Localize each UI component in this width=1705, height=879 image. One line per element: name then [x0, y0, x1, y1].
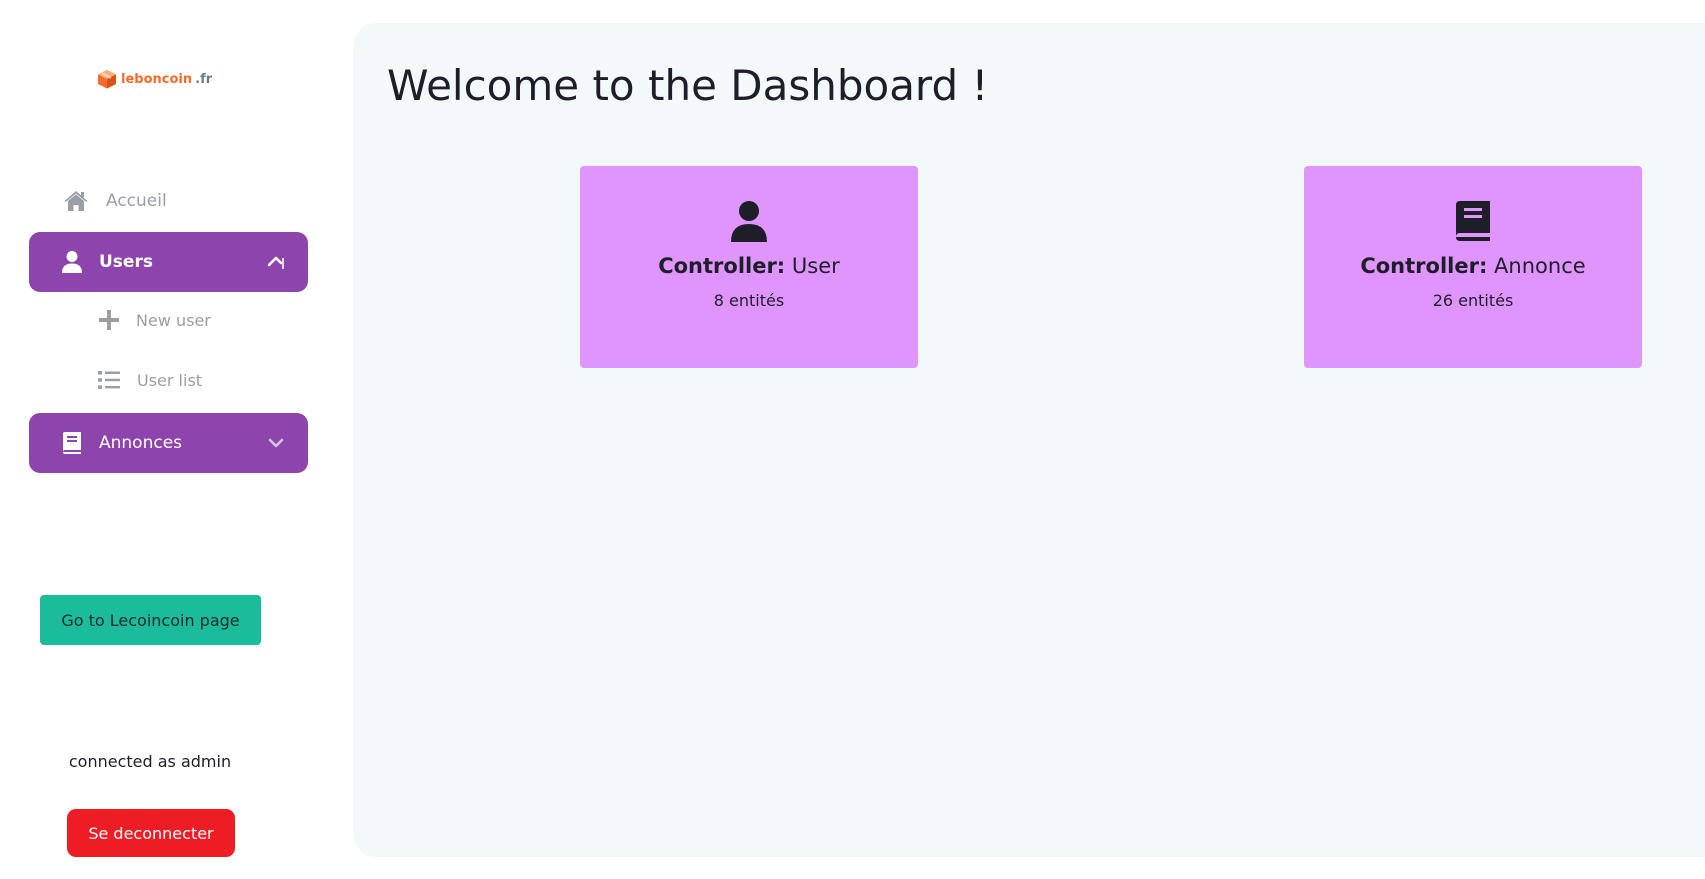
sidebar-item-label: Users: [99, 252, 153, 272]
plus-icon: [98, 309, 120, 331]
card-controller-name: User: [791, 254, 840, 278]
logo[interactable]: leboncoin .fr: [96, 68, 212, 90]
book-icon: [61, 431, 83, 455]
home-icon: [63, 188, 89, 214]
card-controller-annonce[interactable]: Controller: Annonce 26 entités: [1304, 166, 1642, 368]
card-title: Controller: User: [580, 254, 918, 278]
logo-text: leboncoin: [121, 71, 193, 87]
sidebar: leboncoin .fr Accueil Users New user Use…: [0, 0, 340, 879]
main-content: Welcome to the Dashboard ! Controller: U…: [353, 23, 1705, 857]
sidebar-item-label: Accueil: [106, 191, 167, 211]
page-title: Welcome to the Dashboard !: [387, 61, 989, 110]
sidebar-item-users[interactable]: Users: [29, 232, 308, 292]
sidebar-subitem-label: User list: [137, 370, 203, 390]
card-controller-name: Annonce: [1494, 254, 1586, 278]
box-logo-icon: [96, 68, 118, 90]
sidebar-item-annonces[interactable]: Annonces: [29, 413, 308, 473]
user-icon: [61, 250, 83, 274]
card-count: 8 entités: [713, 291, 785, 310]
logout-button[interactable]: Se deconnecter: [67, 809, 235, 857]
logo-tld: .fr: [195, 71, 213, 87]
card-count: 26 entités: [1432, 291, 1514, 310]
user-icon: [729, 200, 769, 242]
chevron-up-icon[interactable]: [266, 252, 286, 272]
sidebar-item-accueil[interactable]: Accueil: [63, 188, 167, 214]
list-icon: [98, 369, 120, 391]
card-controller-label: Controller:: [658, 254, 786, 278]
sidebar-item-label: Annonces: [99, 433, 183, 453]
sidebar-subitem-user-list[interactable]: User list: [98, 369, 202, 391]
card-controller-user[interactable]: Controller: User 8 entités: [580, 166, 918, 368]
card-title: Controller: Annonce: [1304, 254, 1642, 278]
sidebar-subitem-new-user[interactable]: New user: [98, 309, 211, 331]
card-controller-label: Controller:: [1360, 254, 1488, 278]
book-icon: [1453, 200, 1493, 242]
connected-status: connected as admin: [68, 752, 232, 771]
go-to-lecoincoin-button[interactable]: Go to Lecoincoin page: [40, 595, 261, 645]
chevron-down-icon[interactable]: [266, 433, 286, 453]
sidebar-subitem-label: New user: [136, 310, 211, 330]
app-root: leboncoin .fr Accueil Users New user Use…: [0, 0, 1705, 879]
